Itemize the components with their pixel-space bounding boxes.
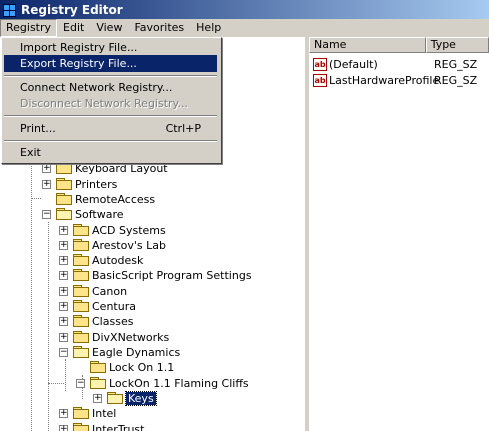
folder-icon [73, 331, 89, 343]
expand-icon[interactable]: + [59, 316, 68, 326]
tree-node-eagle-dynamics[interactable]: − Eagle Dynamics [59, 344, 180, 360]
list-header: Name Type [309, 37, 489, 53]
tree-node-arestovs-lab[interactable]: + Arestov's Lab [59, 237, 166, 253]
folder-icon [73, 224, 89, 236]
expand-icon[interactable]: + [59, 424, 68, 431]
menu-view[interactable]: View [90, 19, 128, 37]
expand-icon[interactable]: + [59, 255, 68, 265]
selected-key-label[interactable]: Keys [125, 390, 157, 406]
open-folder-icon [56, 208, 72, 220]
menu-help[interactable]: Help [190, 19, 227, 37]
value-name: LastHardwareProfile [329, 73, 440, 87]
expand-icon[interactable]: + [59, 225, 68, 235]
tree-node-lock-on-1-1[interactable]: Lock On 1.1 [90, 359, 174, 375]
tree-node-centura[interactable]: + Centura [59, 298, 136, 314]
folder-icon [73, 269, 89, 281]
collapse-icon[interactable]: − [59, 347, 68, 357]
folder-icon [73, 407, 89, 419]
tree-node-intel[interactable]: + Intel [59, 405, 116, 421]
string-value-icon: ab [313, 57, 327, 71]
tree-node-printers[interactable]: + Printers [42, 176, 117, 192]
expand-icon[interactable]: + [59, 332, 68, 342]
tree-node-canon[interactable]: + Canon [59, 283, 127, 299]
expand-icon[interactable]: + [59, 301, 68, 311]
tree-node-remoteaccess[interactable]: RemoteAccess [56, 191, 155, 207]
menu-bar: Registry Edit View Favorites Help [0, 19, 489, 37]
expand-icon[interactable]: + [93, 393, 102, 403]
tree-node-lockon-flaming-cliffs[interactable]: − LockOn 1.1 Flaming Cliffs [76, 375, 249, 391]
column-header-name[interactable]: Name [309, 37, 426, 53]
registry-menu-dropdown: Import Registry File... Export Registry … [1, 37, 222, 164]
list-row[interactable]: ab LastHardwareProfile REG_SZ [313, 72, 477, 88]
tree-node-acd-systems[interactable]: + ACD Systems [59, 222, 166, 238]
open-folder-icon [107, 392, 123, 404]
tree-node-intertrust[interactable]: + InterTrust [59, 421, 144, 431]
expand-icon[interactable]: + [59, 270, 68, 280]
string-value-icon: ab [313, 73, 327, 87]
print-shortcut: Ctrl+P [165, 122, 201, 135]
column-header-type[interactable]: Type [425, 37, 489, 53]
folder-icon [56, 193, 72, 205]
collapse-icon[interactable]: − [42, 209, 51, 219]
tree-node-keys[interactable]: + Keys [93, 390, 157, 406]
menu-item-disconnect-network: Disconnect Network Registry... [20, 97, 188, 110]
values-list-pane[interactable]: Name Type ab (Default) REG_SZ ab LastHar… [309, 37, 489, 431]
menu-separator [4, 75, 217, 77]
folder-icon [73, 300, 89, 312]
menu-registry[interactable]: Registry [0, 19, 58, 37]
list-row[interactable]: ab (Default) REG_SZ [313, 56, 477, 72]
registry-app-icon [3, 3, 17, 17]
folder-icon [73, 423, 89, 431]
tree-node-basicscript[interactable]: + BasicScript Program Settings [59, 267, 252, 283]
title-bar: Registry Editor [0, 0, 489, 19]
menu-separator [4, 140, 217, 142]
expand-icon[interactable]: + [59, 408, 68, 418]
folder-icon [73, 315, 89, 327]
menu-item-import[interactable]: Import Registry File... [4, 39, 217, 56]
tree-node-divxnetworks[interactable]: + DivXNetworks [59, 329, 169, 345]
expand-icon[interactable]: + [59, 240, 68, 250]
folder-icon [73, 285, 89, 297]
menu-item-connect-network[interactable]: Connect Network Registry... [4, 79, 217, 96]
tree-node-autodesk[interactable]: + Autodesk [59, 252, 143, 268]
value-name: (Default) [329, 57, 378, 71]
expand-icon[interactable]: + [59, 286, 68, 296]
menu-edit[interactable]: Edit [57, 19, 90, 37]
menu-item-print[interactable]: Print... Ctrl+P [4, 120, 217, 137]
value-type: REG_SZ [434, 57, 478, 71]
expand-icon[interactable]: + [42, 179, 51, 189]
folder-icon [73, 254, 89, 266]
window-title: Registry Editor [21, 2, 123, 17]
menu-item-export[interactable]: Export Registry File... [4, 55, 217, 72]
expand-icon[interactable]: + [42, 163, 51, 173]
tree-node-software[interactable]: − Software [42, 206, 124, 222]
folder-icon [73, 239, 89, 251]
open-folder-icon [90, 377, 106, 389]
menu-item-exit[interactable]: Exit [4, 144, 217, 161]
folder-icon [90, 361, 106, 373]
tree-node-classes[interactable]: + Classes [59, 313, 133, 329]
menu-separator [4, 115, 217, 117]
menu-favorites[interactable]: Favorites [128, 19, 190, 37]
value-type: REG_SZ [434, 73, 478, 87]
open-folder-icon [73, 346, 89, 358]
folder-icon [56, 178, 72, 190]
collapse-icon[interactable]: − [76, 378, 85, 388]
